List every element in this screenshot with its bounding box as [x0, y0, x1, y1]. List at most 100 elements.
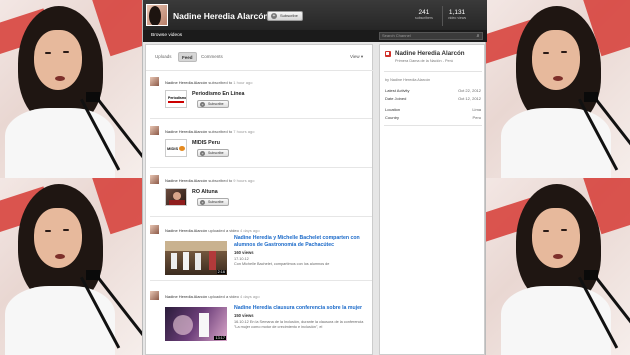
subscribed-channel-name[interactable]: MIDIS Peru [192, 140, 220, 146]
tabs-divider [146, 70, 374, 71]
video-views: 160 views [234, 250, 254, 255]
activity-time: 9 hours ago [233, 178, 255, 183]
subscribers-count: 241 [418, 9, 430, 16]
channel-header: Nadine Heredia Alarcón + Subscribe 241 s… [143, 0, 487, 30]
subscribe-label: Subscribe [208, 102, 224, 106]
channel-avatar[interactable] [146, 4, 168, 26]
video-title[interactable]: Nadine Heredia clausura conferencia sobr… [234, 305, 364, 312]
info-value: Peru [472, 115, 481, 120]
item-divider [150, 118, 372, 119]
browse-videos-link[interactable]: Browse videos [151, 33, 182, 38]
activity-line: Nadine Heredia Alarcón uploaded a video … [165, 294, 260, 299]
plus-icon: + [200, 151, 205, 156]
views-count: 1,131 [448, 9, 466, 16]
sidebar-divider [384, 71, 482, 72]
views-label: video views [448, 16, 467, 20]
video-views: 150 views [234, 313, 254, 318]
activity-action: uploaded a video [208, 294, 239, 299]
actor-name[interactable]: Nadine Heredia Alarcón [165, 80, 207, 85]
actor-avatar[interactable] [150, 225, 159, 234]
view-dropdown[interactable]: View ▾ [350, 54, 363, 60]
actor-avatar[interactable] [150, 77, 159, 86]
activity-feed: Uploads Feed Comments View ▾ Nadine Here… [145, 44, 374, 355]
item-divider [150, 167, 372, 168]
subscribe-button-small[interactable]: + Subscribe [197, 198, 229, 206]
sidebar-channel-title: Nadine Heredia Alarcón [395, 50, 465, 57]
plus-icon: + [200, 102, 205, 107]
channel-navbar: Browse videos Search Channel ⌕ [143, 30, 487, 42]
activity-action: uploaded a video [208, 228, 239, 233]
activity-time: 7 hours ago [233, 129, 255, 134]
channel-title[interactable]: Nadine Heredia Alarcón [173, 11, 269, 21]
channel-thumbnail[interactable]: MIDIS [165, 139, 187, 157]
subscribe-button[interactable]: + Subscribe [267, 11, 303, 21]
info-value: Oct 12, 2012 [458, 96, 481, 101]
channel-info-panel: Nadine Heredia Alarcón Primera Dama de l… [379, 44, 485, 355]
subscribe-button-small[interactable]: + Subscribe [197, 149, 229, 157]
subscribe-button-small[interactable]: + Subscribe [197, 100, 229, 108]
search-placeholder: Search Channel [382, 33, 411, 38]
subscribe-label: Subscribe [208, 200, 224, 204]
background-photo-tile [486, 178, 630, 355]
info-label: Country [385, 115, 400, 120]
actor-name[interactable]: Nadine Heredia Alarcón [165, 228, 207, 233]
video-title[interactable]: Nadine Heredia y Michelle Bachelet compa… [234, 235, 364, 248]
activity-time: 4 days ago [239, 228, 260, 233]
video-thumbnail[interactable]: 13:17 [165, 307, 227, 341]
background-photo-tile [486, 0, 630, 178]
tab-uploads[interactable]: Uploads [152, 52, 175, 62]
channel-thumbnail[interactable] [165, 188, 187, 206]
background-photo-tile [0, 0, 142, 178]
info-row: Country Peru [385, 115, 481, 120]
sidebar-channel-subtitle: Primera Dama de la Nación - Perú [395, 59, 454, 63]
tab-feed[interactable]: Feed [178, 52, 197, 62]
video-duration: 2:16 [216, 270, 226, 274]
subscribe-label: Subscribe [280, 13, 298, 18]
channel-page: Nadine Heredia Alarcón + Subscribe 241 s… [142, 0, 487, 355]
actor-avatar[interactable] [150, 291, 159, 300]
activity-time: 1 hour ago [233, 80, 253, 85]
video-description: Con Michelle Bachelet, compartimos con l… [234, 262, 330, 266]
info-label: Location [385, 107, 401, 112]
actor-name[interactable]: Nadine Heredia Alarcón [165, 294, 207, 299]
info-label: Latest Activity [385, 88, 410, 93]
background-photo-tile [0, 178, 142, 355]
channel-thumbnail[interactable]: Periodismo [165, 90, 187, 108]
activity-action: subscribed to [208, 129, 233, 134]
subscribers-label: subscribers [415, 16, 433, 20]
activity-time: 4 days ago [239, 294, 260, 299]
channel-logo-icon [385, 51, 391, 57]
actor-name[interactable]: Nadine Heredia Alarcón [165, 129, 207, 134]
subscribed-channel-name[interactable]: RO Altuna [192, 189, 218, 195]
sidebar-divider [384, 125, 482, 126]
video-duration: 13:17 [214, 336, 226, 340]
activity-line: Nadine Heredia Alarcón subscribed to 7 h… [165, 129, 254, 134]
activity-action: subscribed to [208, 80, 233, 85]
item-divider [150, 216, 372, 217]
sidebar-byline: by Nadine Heredia Alarcón [385, 78, 431, 82]
item-divider [150, 280, 372, 281]
stat-divider [442, 6, 443, 26]
activity-action: subscribed to [208, 178, 233, 183]
search-channel-input[interactable]: Search Channel ⌕ [379, 32, 483, 40]
video-thumbnail[interactable]: 2:16 [165, 241, 227, 275]
plus-icon: + [200, 200, 205, 205]
info-value: Oct 22, 2012 [458, 88, 481, 93]
tab-comments[interactable]: Comments [198, 52, 226, 62]
activity-line: Nadine Heredia Alarcón subscribed to 1 h… [165, 80, 252, 85]
subscribed-channel-name[interactable]: Periodismo En Línea [192, 91, 244, 97]
actor-avatar[interactable] [150, 175, 159, 184]
actor-name[interactable]: Nadine Heredia Alarcón [165, 178, 207, 183]
info-label: Date Joined [385, 96, 407, 101]
info-row: Latest Activity Oct 22, 2012 [385, 88, 481, 93]
subscribe-label: Subscribe [208, 151, 224, 155]
activity-line: Nadine Heredia Alarcón subscribed to 9 h… [165, 178, 254, 183]
info-value: Lima [472, 107, 481, 112]
views-stat: 1,131 video views [448, 9, 466, 20]
activity-line: Nadine Heredia Alarcón uploaded a video … [165, 228, 260, 233]
search-icon[interactable]: ⌕ [475, 33, 481, 39]
actor-avatar[interactable] [150, 126, 159, 135]
plus-icon: + [271, 13, 277, 19]
info-row: Date Joined Oct 12, 2012 [385, 96, 481, 101]
info-row: Location Lima [385, 107, 481, 112]
